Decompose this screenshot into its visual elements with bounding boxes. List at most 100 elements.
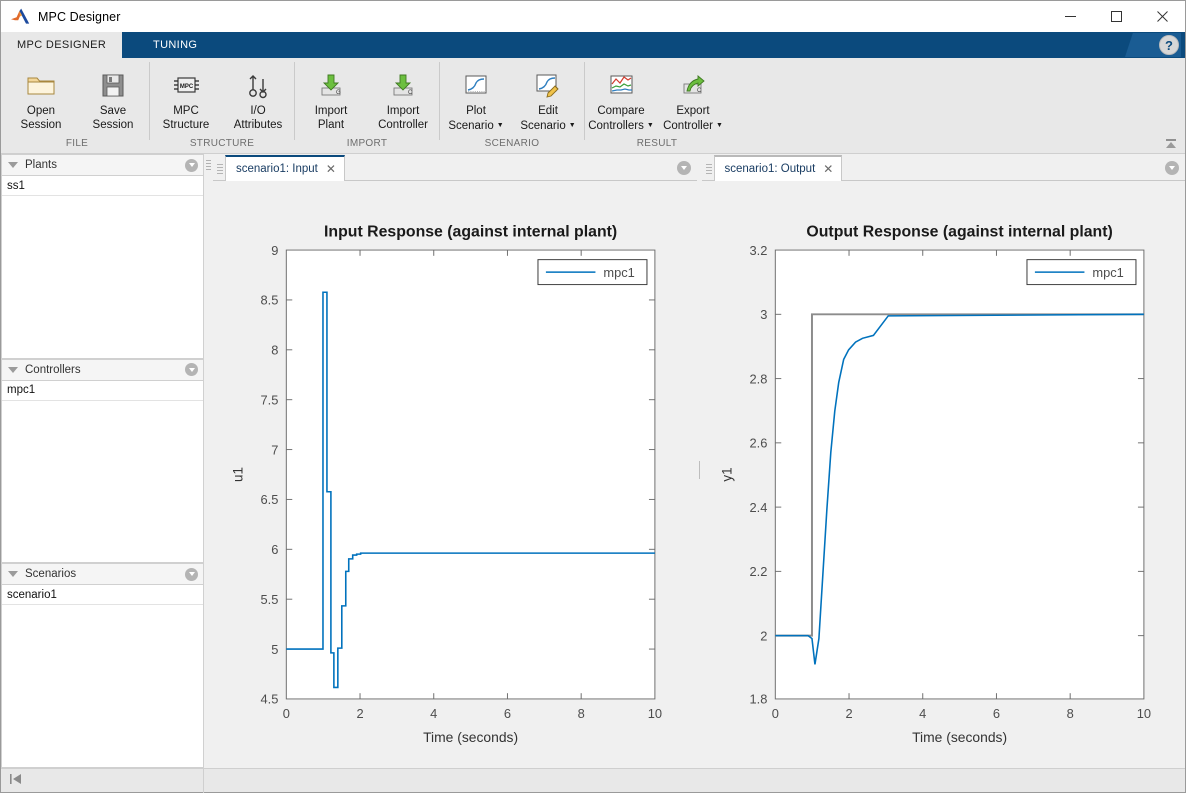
svg-text:0: 0 (771, 707, 778, 721)
import-controller-button[interactable]: C Import Controller (367, 64, 439, 132)
plot-scenario-icon (462, 67, 490, 103)
edit-scenario-icon (533, 67, 563, 103)
close-button[interactable] (1139, 1, 1185, 32)
controllers-panel-header[interactable]: Controllers (1, 359, 204, 380)
compare-controllers-icon (606, 67, 636, 103)
input-response-svg: Input Response (against internal plant) … (213, 181, 697, 768)
io-attributes-icon (243, 67, 273, 103)
export-controller-button[interactable]: C Export Controller▼ (657, 64, 729, 133)
compare-controllers-button[interactable]: Compare Controllers▼ (585, 64, 657, 133)
scenarios-collapse-triangle-icon[interactable] (8, 571, 18, 577)
compare-controllers-label-2: Controllers (588, 119, 644, 131)
left-dock: Plants ss1 Controllers mpc1 (1, 154, 204, 768)
minimize-button[interactable] (1047, 1, 1093, 32)
io-attributes-label: I/O Attributes (234, 105, 283, 132)
ribbon-group-file: Open Session Save (5, 58, 149, 153)
ribbon-group-file-label: FILE (5, 138, 149, 153)
controllers-panel-body: mpc1 (1, 380, 204, 564)
input-tab-grip-icon[interactable] (215, 158, 225, 180)
tab-scenario1-output[interactable]: scenario1: Output ✕ (714, 155, 843, 181)
list-item[interactable]: mpc1 (2, 381, 203, 401)
save-session-button[interactable]: Save Session (77, 64, 149, 132)
tab-scenario1-input-label: scenario1: Input (236, 163, 318, 175)
plot-scenario-chevron-down-icon[interactable]: ▼ (497, 119, 504, 133)
mpc-structure-button[interactable]: MPC MPC Structure (150, 64, 222, 132)
list-item[interactable]: ss1 (2, 176, 203, 196)
io-attributes-label-1: I/O (250, 105, 265, 117)
controllers-collapse-triangle-icon[interactable] (8, 367, 18, 373)
document-area: scenario1: Input ✕ Input Response (again… (213, 154, 1185, 768)
io-attributes-button[interactable]: I/O Attributes (222, 64, 294, 132)
ribbon-group-scenario-label: SCENARIO (440, 138, 584, 153)
plants-panel-body: ss1 (1, 175, 204, 359)
tab-scenario1-input-close-icon[interactable]: ✕ (326, 162, 336, 176)
compare-controllers-chevron-down-icon[interactable]: ▼ (647, 119, 654, 133)
plot-scenario-label: Plot Scenario▼ (448, 105, 503, 133)
svg-text:8: 8 (578, 707, 585, 721)
import-controller-label: Import Controller (378, 105, 428, 132)
export-controller-icon: C (678, 67, 708, 103)
svg-text:2.8: 2.8 (749, 373, 767, 387)
io-attributes-label-2: Attributes (234, 119, 283, 131)
output-x-axis-label: Time (seconds) (912, 730, 1007, 745)
svg-text:4: 4 (919, 707, 926, 721)
svg-text:MPC: MPC (180, 84, 194, 90)
collapse-ribbon-icon[interactable] (1163, 137, 1179, 151)
mpc-structure-label: MPC Structure (163, 105, 210, 132)
input-doc-menu-icon[interactable] (677, 161, 691, 175)
plants-panel: Plants ss1 (1, 154, 204, 359)
plants-panel-header[interactable]: Plants (1, 154, 204, 175)
ribbon-tab-tuning[interactable]: TUNING (122, 32, 228, 58)
controllers-panel: Controllers mpc1 (1, 359, 204, 564)
go-to-start-icon[interactable] (9, 772, 23, 790)
window-controls (1047, 1, 1185, 32)
help-button[interactable]: ? (1159, 35, 1179, 55)
ribbon-tab-mpc-designer[interactable]: MPC DESIGNER (1, 32, 122, 58)
tab-scenario1-output-close-icon[interactable]: ✕ (823, 162, 833, 176)
import-plant-button[interactable]: G Import Plant (295, 64, 367, 132)
svg-text:1.8: 1.8 (749, 693, 767, 707)
edit-scenario-chevron-down-icon[interactable]: ▼ (569, 119, 576, 133)
ribbon-group-structure-label: STRUCTURE (150, 138, 294, 153)
tab-scenario1-output-label: scenario1: Output (725, 163, 816, 175)
open-folder-icon (26, 67, 56, 103)
plants-collapse-triangle-icon[interactable] (8, 162, 18, 168)
ribbon-group-import-items: G Import Plant C (295, 58, 439, 138)
svg-text:9: 9 (271, 244, 278, 258)
edit-scenario-label-2: Scenario (520, 119, 565, 131)
input-legend-label: mpc1 (603, 266, 634, 280)
open-session-label-1: Open (27, 105, 55, 117)
input-response-chart[interactable]: Input Response (against internal plant) … (213, 181, 697, 768)
output-doc-menu-icon[interactable] (1165, 161, 1179, 175)
export-controller-chevron-down-icon[interactable]: ▼ (716, 119, 723, 133)
controllers-panel-menu-icon[interactable] (185, 363, 198, 376)
output-tab-grip-icon[interactable] (704, 158, 714, 180)
edit-scenario-button[interactable]: Edit Scenario▼ (512, 64, 584, 133)
tab-scenario1-input[interactable]: scenario1: Input ✕ (225, 155, 345, 181)
ribbon-group-result-items: Compare Controllers▼ C Export Co (585, 58, 729, 138)
scenarios-panel-menu-icon[interactable] (185, 568, 198, 581)
maximize-button[interactable] (1093, 1, 1139, 32)
svg-text:6: 6 (271, 543, 278, 557)
list-item[interactable]: scenario1 (2, 585, 203, 605)
svg-text:4.5: 4.5 (260, 693, 278, 707)
output-chart-title: Output Response (against internal plant) (806, 224, 1112, 241)
controllers-panel-title: Controllers (25, 364, 81, 376)
scenarios-panel-header[interactable]: Scenarios (1, 563, 204, 584)
svg-text:2.4: 2.4 (749, 501, 767, 515)
import-plant-label-2: Plant (318, 119, 344, 131)
ribbon-group-scenario-items: Plot Scenario▼ Edit (440, 58, 584, 138)
dock-grip-icon (206, 160, 211, 170)
output-response-chart[interactable]: Output Response (against internal plant)… (702, 181, 1186, 768)
mpc-designer-window: MPC Designer MPC DESIGNER TUNING ? (0, 0, 1186, 793)
input-x-axis-label: Time (seconds) (423, 730, 518, 745)
plants-panel-menu-icon[interactable] (185, 159, 198, 172)
svg-text:6.5: 6.5 (260, 493, 278, 507)
plot-scenario-button[interactable]: Plot Scenario▼ (440, 64, 512, 133)
plot-scenario-label-2: Scenario (448, 119, 493, 131)
open-session-button[interactable]: Open Session (5, 64, 77, 132)
dock-splitter[interactable] (204, 154, 213, 768)
scenarios-panel-body: scenario1 (1, 584, 204, 768)
svg-text:2.2: 2.2 (749, 565, 767, 579)
input-doc-tabbar: scenario1: Input ✕ (213, 154, 697, 181)
